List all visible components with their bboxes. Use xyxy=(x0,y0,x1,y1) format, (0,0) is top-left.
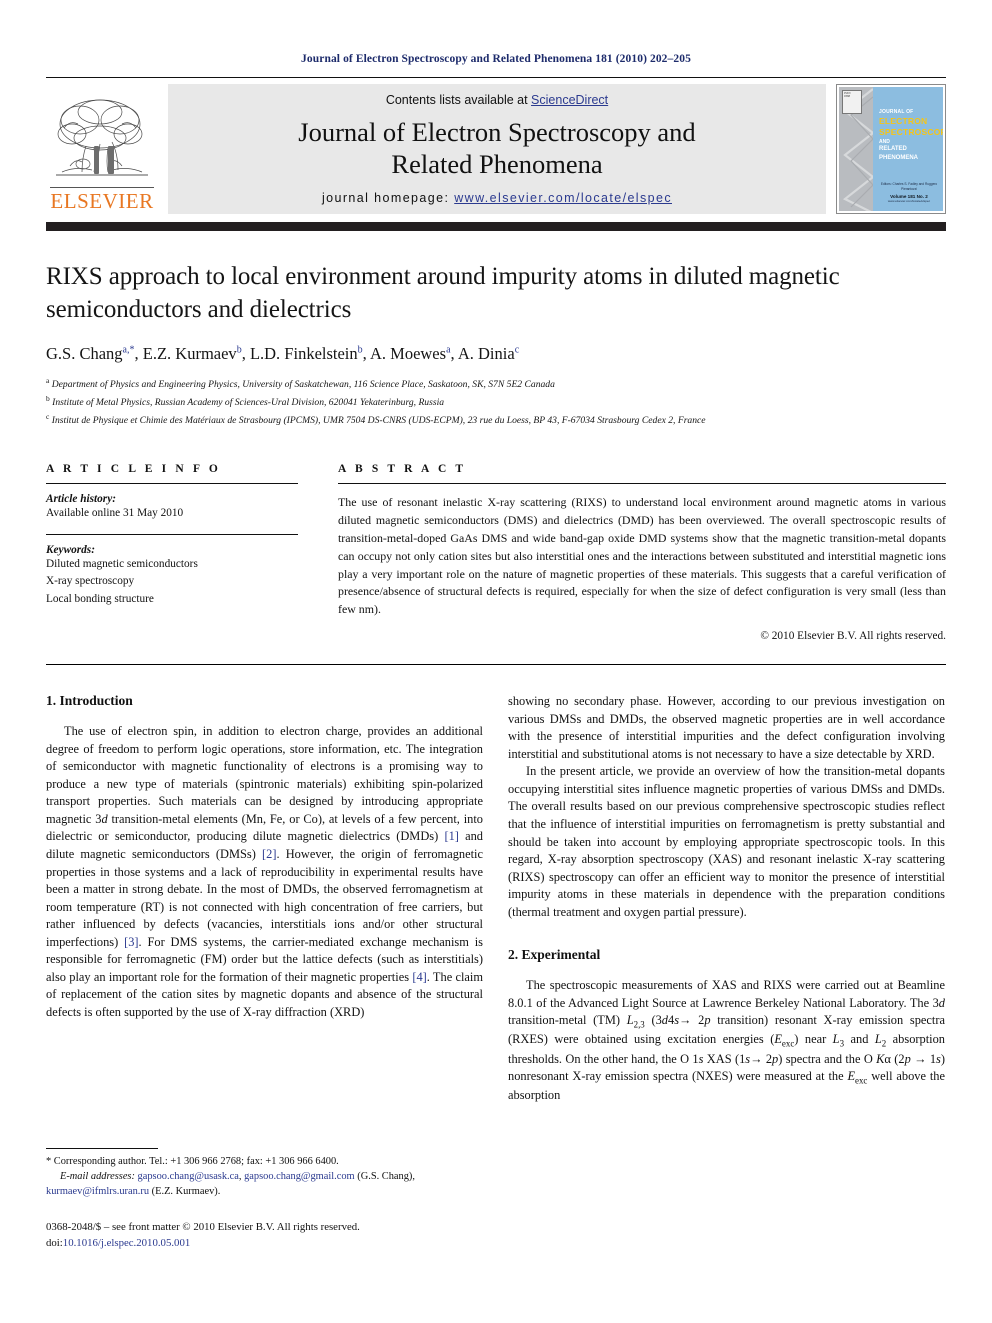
intro-paragraph: The use of electron spin, in addition to… xyxy=(46,724,483,1019)
paper-page: Journal of Electron Spectroscopy and Rel… xyxy=(0,0,992,1323)
journal-title-line2: Related Phenomena xyxy=(391,149,603,180)
page-title: RIXS approach to local environment aroun… xyxy=(46,263,840,323)
issn-line: 0368-2048/$ – see front matter © 2010 El… xyxy=(46,1221,360,1234)
affiliation-c: c Institut de Physique et Chimie des Mat… xyxy=(46,411,946,429)
footnote-block: * Corresponding author. Tel.: +1 306 966… xyxy=(46,1148,483,1252)
cover-title-block: JOURNAL OF ELECTRON SPECTROSCOPY AND REL… xyxy=(879,109,943,162)
affiliation-list: a Department of Physics and Engineering … xyxy=(46,375,946,429)
keyword-item: Local bonding structure xyxy=(46,592,154,605)
journal-title: Journal of Electron Spectroscopy and Rel… xyxy=(298,116,695,181)
keywords-label: Keywords: xyxy=(46,544,95,557)
abstract-copyright: © 2010 Elsevier B.V. All rights reserved… xyxy=(760,630,946,643)
elsevier-wordmark: ELSEVIER xyxy=(50,186,154,213)
affiliation-mark-b: b xyxy=(46,394,50,404)
affiliation-b: b Institute of Metal Physics, Russian Ac… xyxy=(46,393,946,411)
abstract-rule xyxy=(338,483,946,485)
section-heading-introduction: 1. Introduction xyxy=(46,693,133,709)
keyword-item: Diluted magnetic semiconductors xyxy=(46,558,198,571)
article-history-value: Available online 31 May 2010 xyxy=(46,507,184,520)
journal-homepage-link[interactable]: www.elsevier.com/locate/elspec xyxy=(454,191,672,205)
section-heading-experimental: 2. Experimental xyxy=(508,947,601,963)
intro-paragraph-continued: showing no secondary phase. However, acc… xyxy=(508,694,945,761)
elsevier-tree-icon xyxy=(56,99,148,176)
author-list: G.S. Changa,*, E.Z. Kurmaevb, L.D. Finke… xyxy=(46,344,520,363)
article-info-rule-1 xyxy=(46,483,298,485)
affiliation-a: a Department of Physics and Engineering … xyxy=(46,375,946,393)
cover-line-4: AND xyxy=(879,138,890,145)
body-column-right: showing no secondary phase. However, acc… xyxy=(508,693,945,1253)
cover-line-2: ELECTRON xyxy=(879,115,928,126)
cover-artwork: ISSN0368 JOURNAL OF ELECTRON SPECTROSCOP… xyxy=(839,87,943,211)
doi-line: doi:10.1016/j.elspec.2010.05.001 xyxy=(46,1237,191,1250)
running-head: Journal of Electron Spectroscopy and Rel… xyxy=(301,53,691,65)
cover-line-3: SPECTROSCOPY xyxy=(879,127,943,138)
contents-available-line: Contents lists available at ScienceDirec… xyxy=(386,93,608,107)
affiliation-mark-c: c xyxy=(46,412,50,422)
journal-title-line1: Journal of Electron Spectroscopy and xyxy=(298,117,696,147)
journal-cover-thumbnail: ISSN0368 JOURNAL OF ELECTRON SPECTROSCOP… xyxy=(836,84,946,214)
elsevier-logo: ELSEVIER xyxy=(46,84,158,214)
cover-foot-1: Editors: Charles S. Fadley and Ruggero P… xyxy=(880,182,938,191)
cover-line-5: RELATED PHENOMENA xyxy=(879,146,919,161)
affiliation-mark-a: a xyxy=(46,376,50,385)
cover-footer-block: Editors: Charles S. Fadley and Ruggero P… xyxy=(879,182,939,203)
sciencedirect-link[interactable]: ScienceDirect xyxy=(531,93,608,107)
journal-homepage-line: journal homepage: www.elsevier.com/locat… xyxy=(322,191,672,205)
abstract-text: The use of resonant inelastic X-ray scat… xyxy=(338,495,946,617)
article-history-label: Article history: xyxy=(46,493,116,506)
corresponding-author-note: * Corresponding author. Tel.: +1 306 966… xyxy=(46,1156,339,1167)
body-separator-rule xyxy=(46,664,946,666)
article-info-rule-2 xyxy=(46,534,298,536)
abstract-heading: A B S T R A C T xyxy=(338,463,467,476)
footnote-rule xyxy=(46,1148,158,1149)
affiliation-text-a: Department of Physics and Engineering Ph… xyxy=(51,379,555,391)
cover-stamp-icon: ISSN 0368 xyxy=(842,90,862,114)
affiliation-text-b: Institute of Metal Physics, Russian Acad… xyxy=(52,397,445,409)
homepage-prefix: journal homepage: xyxy=(321,190,455,205)
experimental-paragraph: The spectroscopic measurements of XAS an… xyxy=(508,978,946,1103)
article-info-heading: A R T I C L E I N F O xyxy=(46,463,221,476)
contents-prefix: Contents lists available at xyxy=(385,93,532,107)
cover-line-1: JOURNAL OF xyxy=(879,109,914,115)
email-addresses-note: E-mail addresses: gapsoo.chang@usask.ca,… xyxy=(46,1171,415,1198)
abstract-column: A B S T R A C T The use of resonant inel… xyxy=(338,463,946,642)
journal-masthead: ELSEVIER Contents lists available at Sci… xyxy=(46,84,946,214)
masthead-bottom-bar xyxy=(46,222,946,231)
issn-copyright-block: 0368-2048/$ – see front matter © 2010 El… xyxy=(46,1219,483,1251)
article-info-column: A R T I C L E I N F O Article history: A… xyxy=(46,463,298,642)
header-rule xyxy=(46,77,946,78)
title-block: RIXS approach to local environment aroun… xyxy=(46,261,946,429)
intro-paragraph-2: In the present article, we provide an ov… xyxy=(508,764,945,919)
cover-foot-3: www.elsevier.com/locate/elspec xyxy=(887,199,931,203)
info-abstract-region: A R T I C L E I N F O Article history: A… xyxy=(46,463,946,642)
journal-band: Contents lists available at ScienceDirec… xyxy=(168,84,826,214)
affiliation-text-c: Institut de Physique et Chimie des Matér… xyxy=(51,415,706,427)
keyword-item: X-ray spectroscopy xyxy=(46,575,135,588)
